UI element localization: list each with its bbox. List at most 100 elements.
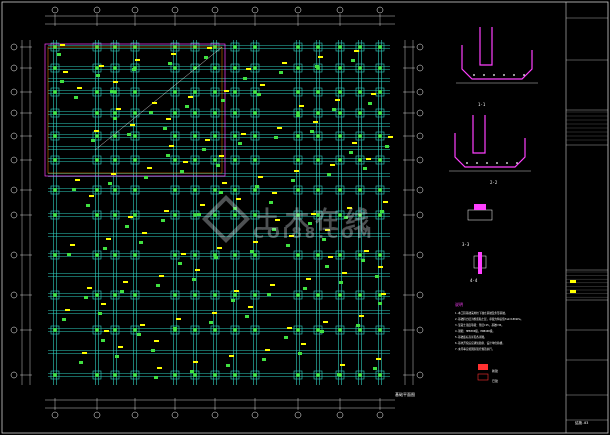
footing-tag: [354, 50, 359, 52]
column: [173, 213, 177, 217]
axis-bubble: [416, 186, 424, 194]
rebar-mark: [214, 256, 218, 259]
footing-tag: [234, 290, 239, 292]
section-1-outline: [461, 45, 533, 80]
section-2-outline: [454, 133, 526, 168]
footing-tag: [99, 65, 104, 67]
column: [173, 90, 177, 94]
axis-bubble: [251, 411, 259, 419]
column: [95, 213, 99, 217]
column: [133, 134, 137, 138]
footing-tag: [94, 130, 99, 132]
footing-tag: [101, 303, 106, 305]
column: [193, 158, 197, 162]
rebar-mark: [67, 253, 71, 256]
axis-bubble: [51, 6, 59, 14]
footing-tag: [330, 164, 335, 166]
axis-bubble: [416, 371, 424, 379]
axis-bubble: [416, 109, 424, 117]
column: [173, 253, 177, 257]
notes-title: 说明: [455, 301, 463, 307]
footing-tag: [388, 136, 393, 138]
column: [296, 373, 300, 377]
footing-tag: [157, 367, 162, 369]
rebar-mark: [163, 127, 167, 130]
rebar-mark: [349, 151, 353, 154]
column: [193, 111, 197, 115]
axis-bubble: [376, 6, 384, 14]
axis-bubble: [416, 326, 424, 334]
column: [193, 134, 197, 138]
footing-tag: [260, 84, 265, 86]
column: [95, 253, 99, 257]
axis-bubble: [10, 109, 18, 117]
column: [358, 66, 362, 70]
section-1-rebar: [473, 74, 475, 76]
footing-tag: [123, 281, 128, 283]
axis-bubble: [10, 43, 18, 51]
column: [378, 45, 382, 49]
footing-tag: [106, 238, 111, 240]
column: [95, 158, 99, 162]
column: [358, 134, 362, 138]
rebar-mark: [332, 108, 336, 111]
section-3-wall: [474, 204, 486, 210]
column: [53, 253, 57, 257]
rebar-mark: [168, 62, 172, 65]
axis-bubble: [10, 291, 18, 299]
rebar-mark: [132, 68, 136, 71]
section-1-title: 1-1: [478, 102, 486, 107]
rebar-mark: [57, 53, 61, 56]
column: [213, 66, 217, 70]
rebar-mark: [62, 318, 66, 321]
footing-tag: [63, 71, 68, 73]
column: [233, 90, 237, 94]
column: [296, 134, 300, 138]
rebar-mark: [149, 111, 153, 114]
footing-tag: [366, 158, 371, 160]
rebar-mark: [325, 265, 329, 268]
rebar-mark: [180, 170, 184, 173]
column: [316, 158, 320, 162]
column: [233, 293, 237, 297]
section-2-rebar: [486, 162, 488, 164]
column: [133, 293, 137, 297]
column: [378, 134, 382, 138]
column: [53, 158, 57, 162]
column: [296, 328, 300, 332]
axis-bubble: [10, 156, 18, 164]
rebar-mark: [98, 312, 102, 315]
column: [113, 66, 117, 70]
column: [213, 90, 217, 94]
section-2-rebar: [466, 162, 468, 164]
legend-item: 新建: [492, 368, 498, 373]
rebar-mark: [166, 154, 170, 157]
rebar-mark: [79, 361, 83, 364]
note-line: 1.本工程基础采用柱下独立基础及条形基础。: [455, 311, 507, 315]
footing-tag: [313, 121, 318, 123]
section-1-rebar: [483, 74, 485, 76]
footing-tag: [376, 358, 381, 360]
section-2-wall: [472, 115, 486, 154]
footing-tag: [183, 161, 188, 163]
axis-bubble: [416, 132, 424, 140]
rebar-mark: [274, 136, 278, 139]
rebar-mark: [137, 333, 141, 336]
column: [358, 373, 362, 377]
column: [338, 66, 342, 70]
rebar-mark: [339, 281, 343, 284]
rebar-mark: [204, 56, 208, 59]
footing-tag: [270, 284, 275, 286]
rebar-mark: [356, 324, 360, 327]
footing-tag: [207, 47, 212, 49]
axis-bubble: [131, 411, 139, 419]
section-1-wall: [479, 27, 493, 66]
footing-tag: [205, 139, 210, 141]
column: [173, 66, 177, 70]
column: [53, 66, 57, 70]
axis-bubble: [211, 411, 219, 419]
rebar-mark: [238, 142, 242, 145]
column: [378, 90, 382, 94]
column: [316, 373, 320, 377]
footing-tag: [378, 266, 383, 268]
